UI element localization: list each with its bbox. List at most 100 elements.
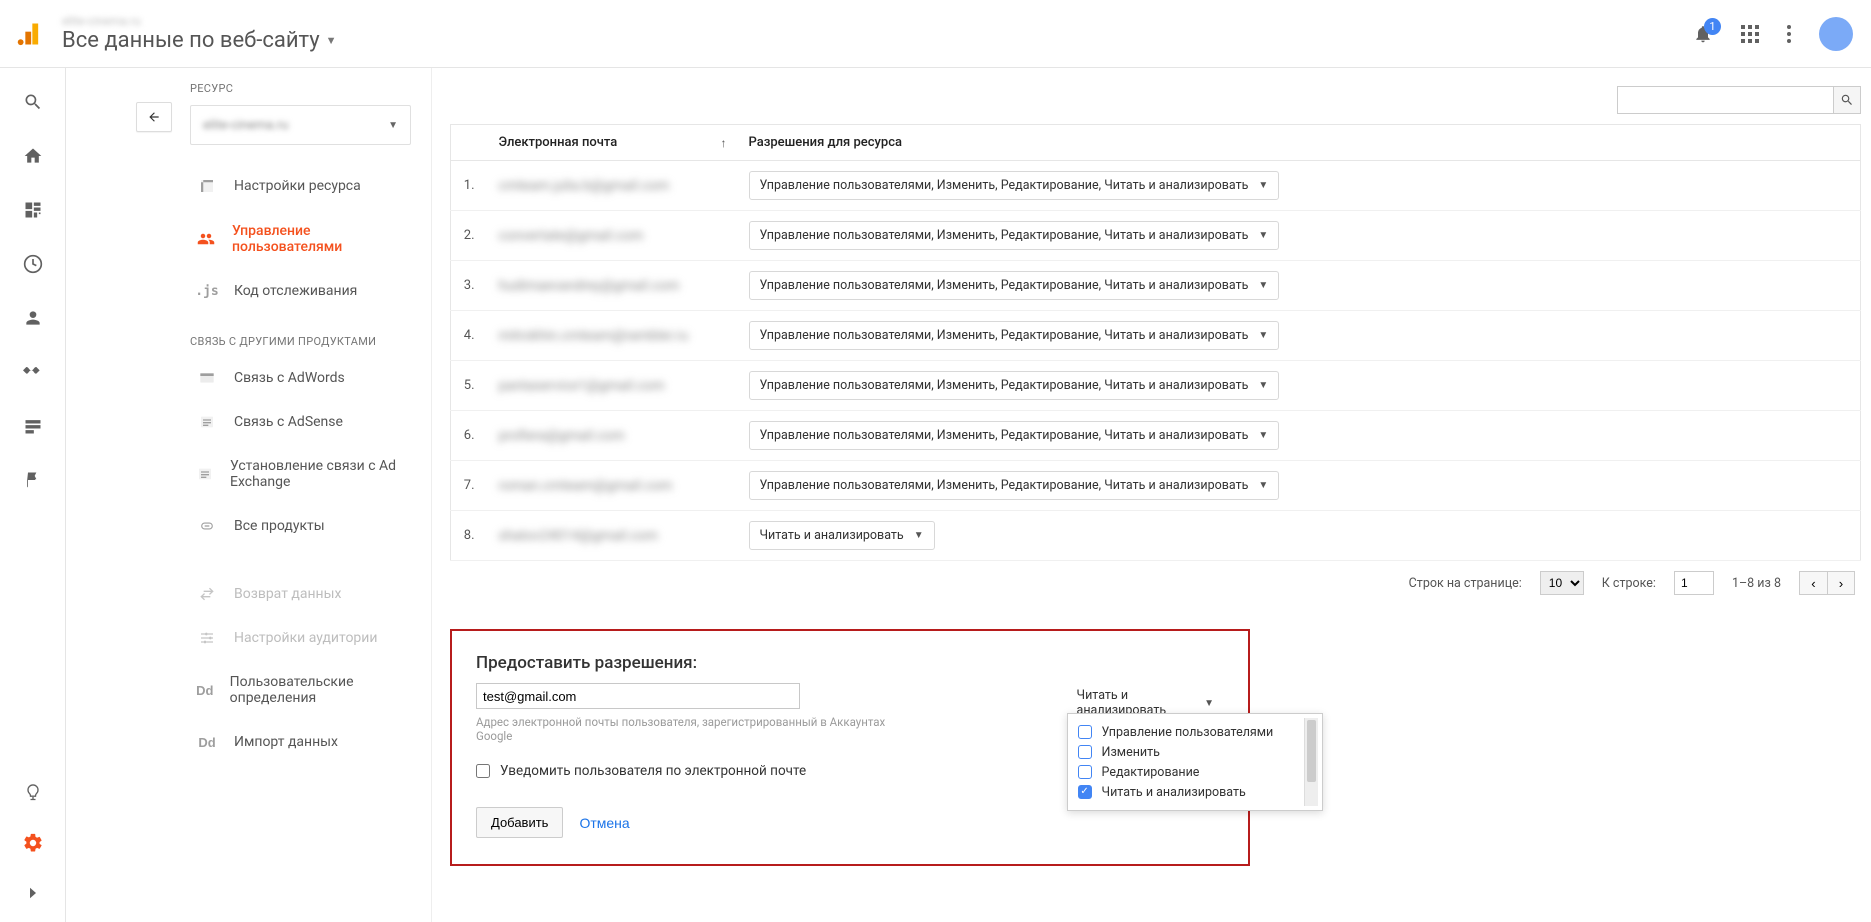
card-icon [196, 370, 218, 386]
popover-scrollbar[interactable] [1304, 718, 1318, 806]
arrow-left-icon [145, 110, 163, 124]
perm-option-read[interactable]: Читать и анализировать [1078, 782, 1296, 802]
row-permission-select[interactable]: Управление пользователями, Изменить, Ред… [749, 221, 1280, 250]
row-permission-select[interactable]: Управление пользователями, Изменить, Ред… [749, 271, 1280, 300]
row-index: 1. [451, 161, 487, 211]
admin-gear-icon[interactable] [22, 832, 44, 854]
perm-option-edit[interactable]: Изменить [1078, 742, 1296, 762]
link-icon [196, 519, 218, 533]
nav-adsense-link[interactable]: Связь с AdSense [190, 400, 411, 444]
product-links-header: СВЯЗЬ С ДРУГИМИ ПРОДУКТАМИ [190, 335, 411, 348]
perm-option-collab[interactable]: Редактирование [1078, 762, 1296, 782]
table-search [1617, 86, 1861, 114]
resource-name: elite-cinema.ru [203, 118, 288, 133]
row-permission-select[interactable]: Читать и анализировать▼ [749, 521, 935, 550]
next-page-button[interactable]: › [1827, 571, 1855, 595]
prev-page-button[interactable]: ‹ [1799, 571, 1827, 595]
goto-row-input[interactable] [1674, 571, 1714, 595]
row-index: 4. [451, 311, 487, 361]
row-permissions-cell: Управление пользователями, Изменить, Ред… [737, 461, 1861, 511]
checkbox-icon [1078, 765, 1092, 779]
caret-down-icon: ▼ [326, 34, 337, 47]
checkbox-icon [1078, 725, 1092, 739]
perm-option-manage[interactable]: Управление пользователями [1078, 722, 1296, 742]
users-table: Электронная почта ↑ Разрешения для ресур… [450, 124, 1861, 561]
nav-audience-settings[interactable]: Настройки аудитории [190, 616, 411, 660]
more-menu-icon[interactable] [1787, 25, 1791, 43]
back-button[interactable] [136, 102, 172, 132]
row-permission-select[interactable]: Управление пользователями, Изменить, Ред… [749, 471, 1280, 500]
customization-icon[interactable] [23, 200, 43, 220]
notifications-button[interactable]: 1 [1693, 24, 1713, 44]
audience-icon[interactable] [23, 308, 43, 328]
row-email: roman.cmteam@gmail.com [487, 461, 737, 511]
row-permission-select[interactable]: Управление пользователями, Изменить, Ред… [749, 371, 1280, 400]
google-apps-icon[interactable] [1741, 25, 1759, 43]
discover-icon[interactable] [23, 782, 43, 802]
nav-postback[interactable]: Возврат данных [190, 572, 411, 616]
nav-adwords-link[interactable]: Связь с AdWords [190, 356, 411, 400]
col-permissions[interactable]: Разрешения для ресурса [737, 125, 1861, 161]
table-row: 6.profiera@gmail.comУправление пользоват… [451, 411, 1861, 461]
row-permission-select[interactable]: Управление пользователями, Изменить, Ред… [749, 171, 1280, 200]
search-input[interactable] [1617, 86, 1833, 114]
table-row: 2.convertate@gmail.comУправление пользов… [451, 211, 1861, 261]
nav-label: Связь с AdSense [234, 414, 343, 430]
caret-down-icon: ▼ [1258, 380, 1268, 391]
conversions-icon[interactable] [23, 470, 43, 490]
realtime-icon[interactable] [23, 254, 43, 274]
grant-email-input[interactable] [476, 683, 800, 709]
row-permission-select[interactable]: Управление пользователями, Изменить, Ред… [749, 321, 1280, 350]
nav-label: Возврат данных [234, 586, 341, 602]
behavior-icon[interactable] [23, 416, 43, 436]
nav-data-import[interactable]: Dd Импорт данных [190, 720, 411, 764]
nav-label: Импорт данных [234, 734, 338, 750]
resource-selector[interactable]: elite-cinema.ru ▼ [190, 105, 411, 145]
view-selector[interactable]: Все данные по веб-сайту ▼ [62, 28, 1693, 53]
col-email[interactable]: Электронная почта ↑ [487, 125, 737, 161]
notifications-badge: 1 [1704, 18, 1721, 35]
row-email: mitrokhin.cmteam@rambler.ru [487, 311, 737, 361]
row-permissions-cell: Управление пользователями, Изменить, Ред… [737, 311, 1861, 361]
nav-property-settings[interactable]: Настройки ресурса [190, 163, 411, 209]
header-account-name: elite-cinema.ru [62, 14, 1693, 28]
search-icon[interactable] [23, 92, 43, 112]
notify-checkbox[interactable] [476, 764, 490, 778]
acquisition-icon[interactable] [23, 362, 43, 382]
search-button[interactable] [1833, 86, 1861, 114]
page-range: 1–8 из 8 [1732, 576, 1781, 591]
rows-per-page-label: Строк на странице: [1409, 576, 1522, 591]
checkbox-icon [1078, 745, 1092, 759]
rows-per-page-select[interactable]: 10 [1540, 571, 1584, 595]
nav-custom-definitions[interactable]: Dd Пользовательские определения [190, 660, 411, 720]
nav-tracking-code[interactable]: .js Код отслеживания [190, 269, 411, 313]
cancel-button[interactable]: Отмена [579, 815, 629, 831]
row-index: 2. [451, 211, 487, 261]
row-email: profiera@gmail.com [487, 411, 737, 461]
list-icon [196, 466, 214, 482]
user-avatar[interactable] [1819, 17, 1853, 51]
grant-permissions-panel: Предоставить разрешения: Адрес электронн… [450, 629, 1250, 866]
nav-user-management[interactable]: Управление пользователями [190, 209, 411, 269]
collapse-icon[interactable] [24, 884, 42, 902]
nav-label: Связь с AdWords [234, 370, 345, 386]
nav-adexchange-link[interactable]: Установление связи с Ad Exchange [190, 444, 411, 504]
caret-down-icon: ▼ [388, 120, 398, 131]
goto-row-label: К строке: [1602, 576, 1656, 591]
row-email: cmteam.julia.b@gmail.com [487, 161, 737, 211]
caret-down-icon: ▼ [1204, 698, 1214, 709]
table-row: 1.cmteam.julia.b@gmail.com Управление пол… [451, 161, 1861, 211]
home-icon[interactable] [23, 146, 43, 166]
admin-property-panel: РЕСУРС elite-cinema.ru ▼ Настройки ресур… [66, 68, 432, 922]
row-permission-select[interactable]: Управление пользователями, Изменить, Ред… [749, 421, 1280, 450]
caret-down-icon: ▼ [1258, 480, 1268, 491]
nav-all-products[interactable]: Все продукты [190, 504, 411, 548]
swap-icon [196, 586, 218, 602]
nav-label: Управление пользователями [232, 223, 401, 255]
dd-icon: Dd [196, 683, 214, 698]
add-button[interactable]: Добавить [476, 807, 563, 838]
category-label: РЕСУРС [190, 82, 411, 95]
grant-title: Предоставить разрешения: [476, 653, 1224, 673]
nav-label: Настройки аудитории [234, 630, 377, 646]
dd-icon: Dd [196, 735, 218, 750]
